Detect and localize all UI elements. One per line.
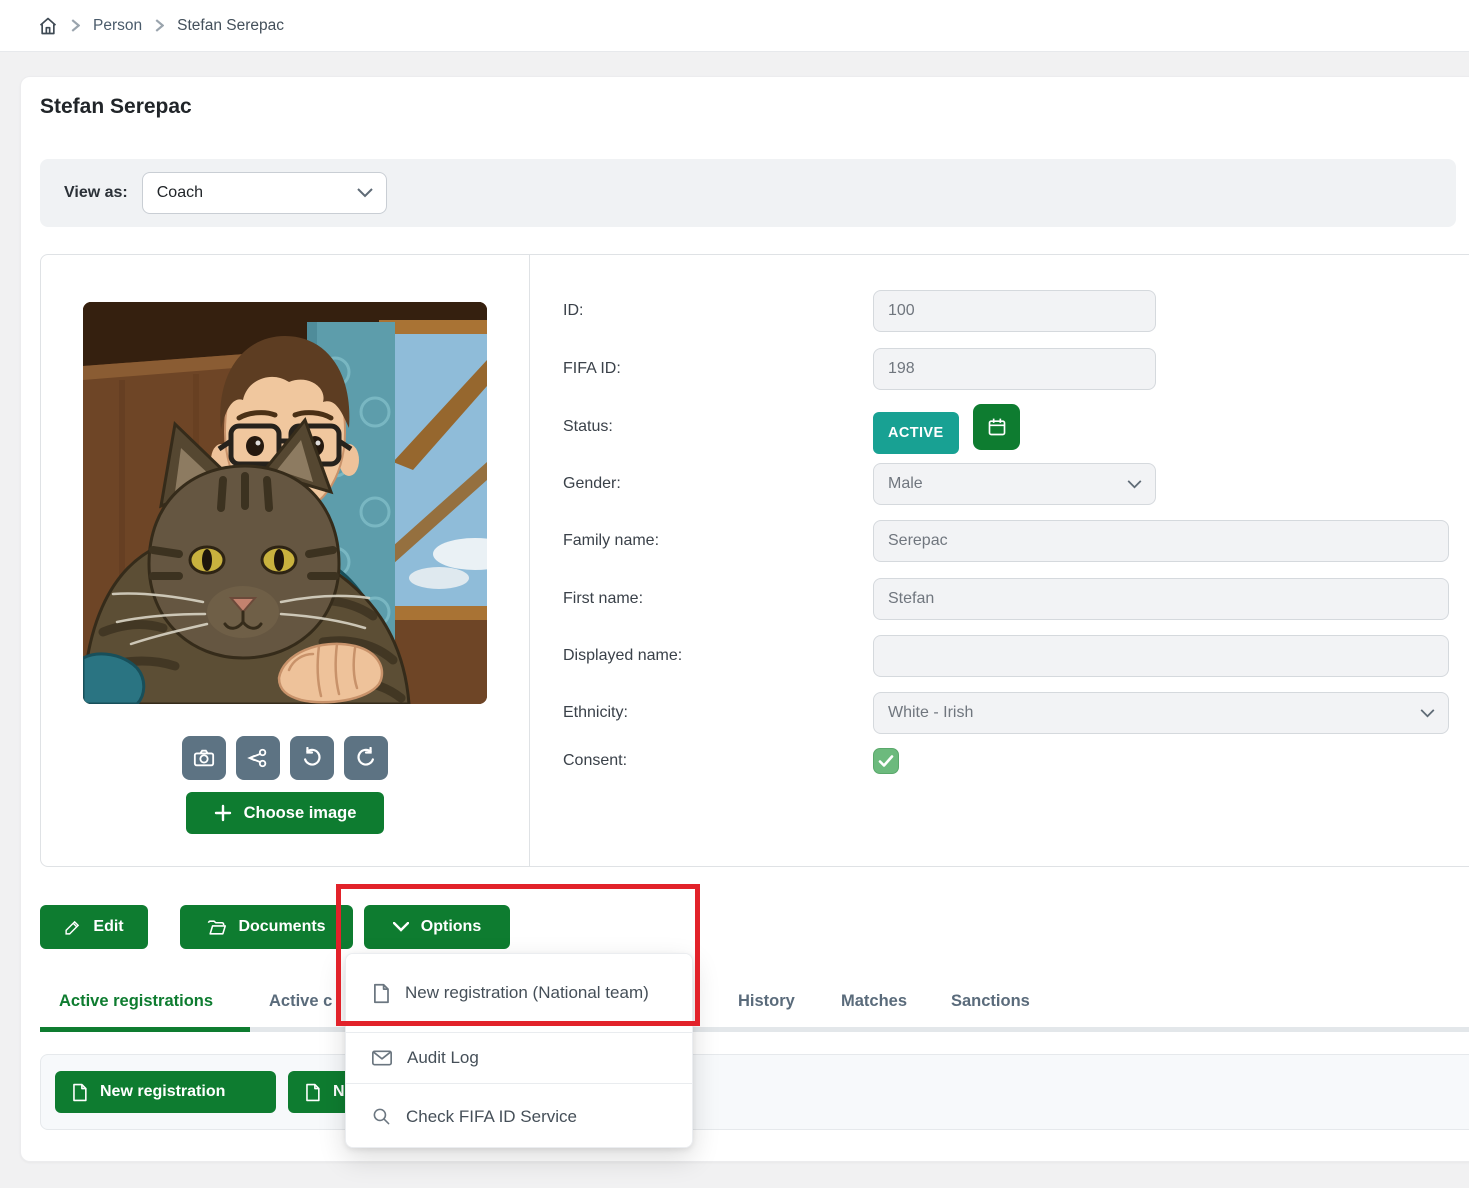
calendar-icon <box>987 417 1007 437</box>
chevron-down-icon <box>393 922 409 932</box>
chevron-right-icon <box>155 19 164 32</box>
ethnicity-label: Ethnicity: <box>563 692 628 734</box>
chevron-down-icon <box>1127 480 1142 489</box>
man-with-cat-illustration <box>83 302 487 704</box>
id-label: ID: <box>563 290 583 332</box>
check-icon <box>878 753 894 769</box>
rotate-right-icon <box>355 747 377 769</box>
menu-item-check-fifa-id[interactable]: Check FIFA ID Service <box>346 1084 692 1148</box>
search-icon <box>372 1107 391 1126</box>
view-as-label: View as: <box>64 184 128 202</box>
profile-panel: Choose image ID: FIFA ID: Status: ACTIVE… <box>40 254 1469 867</box>
status-label: Status: <box>563 406 613 448</box>
tab-active-registrations[interactable]: Active registrations <box>59 992 213 1011</box>
scissors-icon <box>247 747 269 769</box>
file-icon <box>71 1083 88 1102</box>
menu-item-audit-log[interactable]: Audit Log <box>346 1033 692 1083</box>
chevron-down-icon <box>357 188 373 198</box>
camera-button[interactable] <box>182 736 226 780</box>
displayed-name-field[interactable] <box>873 635 1449 677</box>
fifa-id-field[interactable] <box>873 348 1156 390</box>
consent-label: Consent: <box>563 748 627 774</box>
tab-matches[interactable]: Matches <box>841 992 907 1011</box>
first-name-label: First name: <box>563 578 643 620</box>
breadcrumb-person[interactable]: Person <box>93 17 142 35</box>
tab-history[interactable]: History <box>738 992 795 1011</box>
tab-active-c[interactable]: Active c <box>269 992 332 1011</box>
rotate-left-icon <box>301 747 323 769</box>
consent-checkbox[interactable] <box>873 748 899 774</box>
registrations-panel: New registration N <box>40 1054 1469 1130</box>
menu-item-new-registration-national[interactable]: New registration (National team) <box>346 954 692 1032</box>
rotate-right-button[interactable] <box>344 736 388 780</box>
choose-image-button[interactable]: Choose image <box>186 792 384 834</box>
plus-icon <box>214 804 232 822</box>
view-as-bar: View as: Coach <box>40 159 1456 227</box>
profile-photo <box>83 302 487 704</box>
person-card: Stefan Serepac View as: Coach <box>20 76 1469 1162</box>
photo-toolbar <box>182 736 388 780</box>
envelope-icon <box>372 1050 392 1066</box>
home-icon[interactable] <box>38 16 58 36</box>
crop-button[interactable] <box>236 736 280 780</box>
status-calendar-button[interactable] <box>973 404 1020 450</box>
camera-icon <box>193 747 215 769</box>
new-registration-button[interactable]: New registration <box>55 1071 276 1113</box>
active-tab-indicator <box>40 1027 250 1032</box>
family-name-field[interactable] <box>873 520 1449 562</box>
page-title: Stefan Serepac <box>40 95 192 119</box>
tabs-underline <box>40 1027 1469 1032</box>
breadcrumb: Person Stefan Serepac <box>0 0 1469 52</box>
documents-button[interactable]: Documents <box>180 905 353 949</box>
id-field[interactable] <box>873 290 1156 332</box>
gender-label: Gender: <box>563 463 621 505</box>
pencil-icon <box>64 919 81 936</box>
chevron-down-icon <box>1420 709 1435 718</box>
options-menu: New registration (National team) Audit L… <box>345 953 693 1148</box>
breadcrumb-current: Stefan Serepac <box>177 17 284 35</box>
view-as-select[interactable]: Coach <box>142 172 387 214</box>
rotate-left-button[interactable] <box>290 736 334 780</box>
page: Person Stefan Serepac Stefan Serepac Vie… <box>0 0 1469 1188</box>
first-name-field[interactable] <box>873 578 1449 620</box>
options-button[interactable]: Options <box>364 905 510 949</box>
chevron-right-icon <box>71 19 80 32</box>
tab-sanctions[interactable]: Sanctions <box>951 992 1030 1011</box>
fifa-id-label: FIFA ID: <box>563 348 621 390</box>
displayed-name-label: Displayed name: <box>563 635 682 677</box>
folder-open-icon <box>207 918 226 937</box>
gender-select[interactable]: Male <box>873 463 1156 505</box>
ethnicity-select[interactable]: White - Irish <box>873 692 1449 734</box>
status-badge: ACTIVE <box>873 412 959 454</box>
edit-button[interactable]: Edit <box>40 905 148 949</box>
view-as-value: Coach <box>157 184 203 202</box>
file-icon <box>372 983 390 1004</box>
divider <box>529 255 530 866</box>
family-name-label: Family name: <box>563 520 659 562</box>
file-icon <box>304 1083 321 1102</box>
